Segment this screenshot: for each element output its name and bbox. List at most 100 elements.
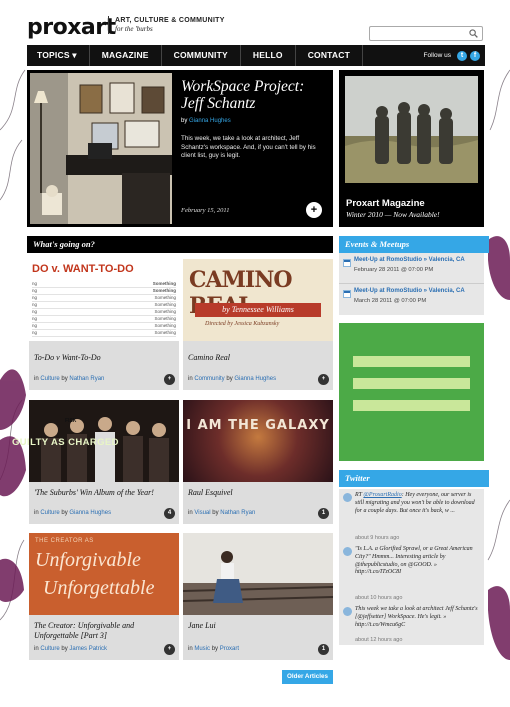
meta-in: in — [34, 376, 39, 382]
article-image[interactable] — [183, 533, 333, 615]
article-author[interactable]: Proxart — [220, 646, 239, 652]
tweet-text[interactable]: "Is L.A. a Glorified Sprawl, or a Great … — [355, 546, 480, 577]
nav-topics[interactable]: TOPICS ▾ — [27, 45, 90, 66]
article-category[interactable]: Community — [194, 376, 224, 382]
tweet-time[interactable]: about 9 hours ago — [355, 535, 399, 541]
comment-count-badge[interactable]: + — [318, 374, 329, 385]
tweet-time[interactable]: about 12 hours ago — [355, 637, 402, 643]
event-title[interactable]: Meet-Up at RomoStudio » Valencia, CA — [354, 257, 465, 263]
event-item[interactable]: Meet-Up at RomoStudio » Valencia, CA Feb… — [339, 253, 484, 284]
article-meta: in Visual by Nathan Ryan — [188, 510, 255, 516]
article-image[interactable]: THE CREATOR AS Unforgivable Unforgettabl… — [29, 533, 179, 615]
featured-author[interactable]: Gianna Hughes — [189, 118, 231, 124]
article-title[interactable]: 'The Suburbs' Win Album of the Year! — [34, 488, 174, 498]
nav-hello[interactable]: HELLO — [241, 45, 296, 66]
featured-photo[interactable] — [30, 73, 172, 224]
article-meta: in Culture by James Patrick — [34, 646, 107, 652]
tweet-icon — [343, 547, 352, 556]
comment-count-badge[interactable]: 1 — [318, 644, 329, 655]
article-category[interactable]: Music — [194, 646, 210, 652]
facebook-icon[interactable]: f — [470, 50, 480, 61]
search-icon[interactable] — [469, 29, 478, 38]
nav-community[interactable]: COMMUNITY — [162, 45, 241, 66]
tagline-line-1: ART, CULTURE & COMMUNITY — [115, 17, 225, 24]
advertisement[interactable] — [339, 323, 484, 461]
article-card[interactable]: I AM THE GALAXY Raul Esquivel in Visual … — [183, 400, 333, 524]
featured-date: February 15, 2011 — [181, 207, 230, 214]
article-category[interactable]: Culture — [40, 376, 59, 382]
tweet-text[interactable]: This week we take a look at architect Je… — [355, 606, 480, 629]
article-author[interactable]: Nathan Ryan — [69, 376, 104, 382]
follow-label: Follow us — [423, 52, 451, 59]
article-card[interactable]: DO v. WANT-TO-DO ng Something ng Something… — [29, 259, 179, 390]
article-title[interactable]: Camino Real — [188, 353, 328, 363]
todo-row-right: Something — [154, 309, 176, 314]
magazine-promo[interactable]: Proxart Magazine Winter 2010 — Now Avail… — [339, 70, 484, 227]
todo-row-right: Something — [154, 295, 176, 300]
tweet-time[interactable]: about 10 hours ago — [355, 595, 402, 601]
todo-row-left: ng — [32, 281, 38, 286]
todo-row-left: ng — [32, 295, 38, 300]
article-title[interactable]: To-Do v Want-To-Do — [34, 353, 174, 363]
meta-by: by — [61, 646, 68, 652]
article-card[interactable]: Jane Lui in Music by Proxart 1 — [183, 533, 333, 660]
ad-bar — [353, 356, 470, 367]
article-author[interactable]: Nathan Ryan — [220, 510, 255, 516]
article-card[interactable]: 'The Suburbs' Win Album of the Year! in … — [29, 400, 179, 524]
site-logo[interactable]: proxart — [27, 15, 116, 40]
comment-count-badge[interactable]: 4 — [164, 508, 175, 519]
article-title[interactable]: Jane Lui — [188, 621, 328, 631]
article-image[interactable]: I AM THE GALAXY — [183, 400, 333, 482]
featured-title[interactable]: WorkSpace Project: Jeff Schantz — [181, 78, 329, 112]
tweet-icon — [343, 607, 352, 616]
events-list: Meet-Up at RomoStudio » Valencia, CA Feb… — [339, 253, 484, 315]
meta-in: in — [34, 510, 39, 516]
todo-row-left: ng — [32, 330, 38, 335]
comment-count-badge[interactable]: + — [164, 644, 175, 655]
todo-row-left: ng — [32, 302, 38, 307]
comment-count-badge[interactable]: 1 — [318, 508, 329, 519]
magazine-title[interactable]: Proxart Magazine — [346, 198, 425, 209]
calendar-icon — [343, 290, 351, 298]
todo-row-right: Something — [154, 316, 176, 321]
nav-contact[interactable]: CONTACT — [296, 45, 364, 66]
todo-row-right: Something — [154, 330, 176, 335]
article-author[interactable]: James Patrick — [69, 646, 107, 652]
article-category[interactable]: Culture — [40, 646, 59, 652]
article-title[interactable]: Raul Esquivel — [188, 488, 328, 498]
nav-magazine[interactable]: MAGAZINE — [90, 45, 162, 66]
tagline-line-2: for the 'burbs — [115, 25, 153, 33]
twitter-icon[interactable]: t — [457, 50, 467, 61]
todo-row-left: ng — [32, 288, 38, 293]
article-card[interactable]: THE CREATOR AS Unforgivable Unforgettabl… — [29, 533, 179, 660]
search-input[interactable] — [369, 26, 483, 41]
poster-director: Directed by Jessica Kubzansky — [205, 321, 280, 327]
event-item[interactable]: Meet-Up at RomoStudio » Valencia, CA Mar… — [339, 284, 484, 315]
comment-count-badge[interactable]: + — [164, 374, 175, 385]
article-author[interactable]: Gianna Hughes — [69, 510, 111, 516]
article-title[interactable]: The Creator: Unforgivable and Unforgetta… — [34, 621, 174, 640]
tweet-item: "Is L.A. a Glorified Sprawl, or a Great … — [339, 543, 484, 603]
social-links: Follow us t f — [423, 50, 485, 61]
article-category[interactable]: Visual — [194, 510, 210, 516]
article-image[interactable]: DO v. WANT-TO-DO ng Something ng Something… — [29, 259, 179, 341]
ad-brand: FISK — [65, 418, 77, 424]
older-articles-button[interactable]: Older Articles — [282, 670, 333, 684]
featured-article[interactable]: WorkSpace Project: Jeff Schantz by Giann… — [27, 70, 333, 227]
article-meta: in Culture by Nathan Ryan — [34, 376, 104, 382]
tweet-mention-link[interactable]: @ProxartRadio — [363, 492, 401, 498]
tweets-list: RT @ProxartRadio: Hey everyone, our serv… — [339, 489, 484, 645]
article-category[interactable]: Culture — [40, 510, 59, 516]
meta-in: in — [34, 646, 39, 652]
article-author[interactable]: Gianna Hughes — [234, 376, 276, 382]
ad-bar — [353, 400, 470, 411]
article-image[interactable]: CAMINO REAL by Tennessee Williams Direct… — [183, 259, 333, 341]
featured-plus-button[interactable]: + — [306, 202, 322, 218]
poster-subtitle: by Tennessee Williams — [195, 303, 321, 317]
article-meta: in Music by Proxart — [188, 646, 239, 652]
magazine-photo[interactable] — [345, 76, 478, 183]
meta-by: by — [61, 510, 68, 516]
meta-by: by — [211, 646, 219, 652]
article-card[interactable]: CAMINO REAL by Tennessee Williams Direct… — [183, 259, 333, 390]
event-title[interactable]: Meet-Up at RomoStudio » Valencia, CA — [354, 288, 465, 294]
